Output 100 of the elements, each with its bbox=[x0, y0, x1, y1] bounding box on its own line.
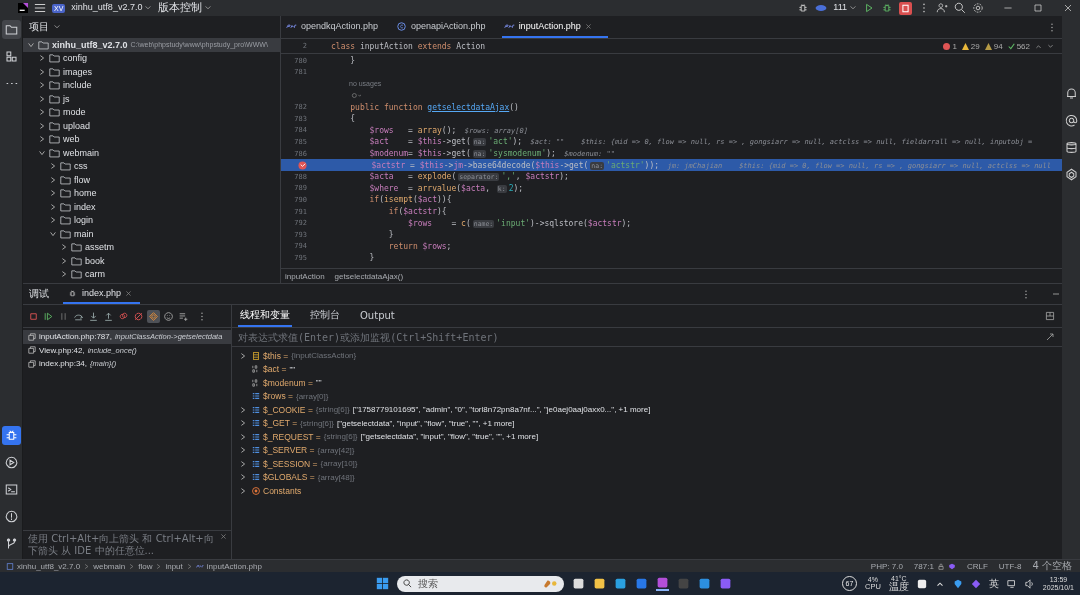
folder-name[interactable]: main bbox=[74, 228, 94, 239]
search-field[interactable]: 搜索 bbox=[397, 575, 564, 592]
folder-name[interactable]: webmain bbox=[63, 147, 100, 158]
chevron-icon[interactable] bbox=[49, 175, 57, 184]
folder-name[interactable]: index bbox=[74, 201, 96, 212]
tree-item[interactable]: flow bbox=[23, 173, 280, 187]
bug-icon[interactable] bbox=[1, 426, 21, 445]
diamond-icon[interactable] bbox=[970, 578, 981, 589]
path-segment[interactable]: input bbox=[165, 561, 183, 571]
p-app-app-icon[interactable] bbox=[635, 577, 648, 590]
panel-tab[interactable]: Output bbox=[358, 305, 397, 327]
breakpoint-icon[interactable] bbox=[298, 160, 307, 170]
chevron-icon[interactable] bbox=[38, 67, 46, 76]
folder-name[interactable]: web bbox=[63, 134, 80, 145]
path-segment[interactable]: flow bbox=[138, 561, 153, 571]
edge-app-icon[interactable] bbox=[614, 577, 627, 590]
maximize-icon[interactable] bbox=[1032, 2, 1044, 14]
folder-name[interactable]: mode bbox=[63, 107, 86, 118]
caret-icon[interactable] bbox=[849, 4, 857, 12]
bug-icon[interactable] bbox=[881, 2, 893, 14]
chevron-icon[interactable] bbox=[38, 94, 46, 103]
chevron-icon[interactable] bbox=[239, 419, 247, 428]
search-icon[interactable] bbox=[954, 2, 966, 14]
tree-item[interactable]: mode bbox=[23, 105, 280, 119]
chevron-icon[interactable] bbox=[239, 351, 247, 360]
warning-count[interactable]: 29 bbox=[970, 41, 980, 51]
session-tab[interactable]: index.php bbox=[63, 284, 141, 304]
chevron-icon[interactable] bbox=[239, 486, 247, 495]
vcs-menu[interactable]: 版本控制 bbox=[158, 0, 203, 16]
folder-name[interactable]: carm bbox=[85, 269, 105, 280]
tree-item[interactable]: index bbox=[23, 200, 280, 214]
chevron-icon[interactable] bbox=[239, 405, 247, 414]
tree-item[interactable]: main bbox=[23, 227, 280, 241]
line-ending[interactable]: CRLF bbox=[966, 561, 988, 571]
caret-icon[interactable] bbox=[204, 4, 213, 12]
folder-name[interactable]: xinhu_utf8_v2.7.0 bbox=[52, 39, 128, 50]
close-icon[interactable] bbox=[125, 289, 133, 297]
speaker-icon[interactable] bbox=[1024, 578, 1035, 589]
chevron-icon[interactable] bbox=[38, 121, 46, 130]
chevron-icon[interactable] bbox=[49, 162, 57, 171]
file-tab[interactable]: openapiAction.php bbox=[394, 16, 502, 38]
encoding[interactable]: UTF-8 bbox=[998, 561, 1022, 571]
layout-icon[interactable] bbox=[1044, 310, 1056, 322]
chevron-icon[interactable] bbox=[49, 189, 57, 198]
folder-name[interactable]: images bbox=[63, 66, 92, 77]
chevron-icon[interactable] bbox=[239, 446, 247, 455]
settings-icon[interactable] bbox=[972, 2, 984, 14]
file-tab[interactable]: inputAction.php bbox=[501, 16, 608, 38]
folder-icon[interactable] bbox=[1, 20, 21, 39]
error-count[interactable]: 1 bbox=[952, 41, 957, 51]
tree-item[interactable]: web bbox=[23, 132, 280, 146]
chevron-icon[interactable] bbox=[60, 270, 68, 279]
bolt-app-icon[interactable] bbox=[719, 577, 732, 590]
network-icon[interactable] bbox=[1006, 578, 1017, 589]
panel-tab[interactable]: 线程和变量 bbox=[238, 305, 292, 327]
folder-name[interactable]: home bbox=[74, 188, 97, 199]
smiley-icon[interactable] bbox=[162, 309, 175, 323]
close-icon[interactable] bbox=[1062, 2, 1074, 14]
expand-icon[interactable] bbox=[1044, 331, 1056, 343]
explorer-app-icon[interactable] bbox=[593, 577, 606, 590]
close-icon[interactable] bbox=[220, 533, 227, 540]
tree-item[interactable]: include bbox=[23, 78, 280, 92]
bug-icon[interactable] bbox=[797, 2, 810, 14]
resume-icon[interactable] bbox=[42, 309, 55, 323]
menu-icon[interactable] bbox=[34, 2, 46, 14]
path-segment[interactable]: webmain bbox=[93, 561, 126, 571]
chevron-icon[interactable] bbox=[239, 432, 247, 441]
folder-name[interactable]: css bbox=[74, 161, 88, 172]
windows-start-icon[interactable] bbox=[376, 577, 389, 590]
folder-name[interactable]: js bbox=[63, 93, 70, 104]
caret-icon[interactable] bbox=[144, 4, 153, 12]
tree-item[interactable]: images bbox=[23, 65, 280, 79]
chevron-down-icon[interactable] bbox=[1047, 42, 1054, 50]
chevron-icon[interactable] bbox=[38, 81, 46, 90]
chevron-icon[interactable] bbox=[38, 54, 46, 63]
shield-icon[interactable] bbox=[952, 578, 963, 589]
ok-count[interactable]: 562 bbox=[1016, 41, 1030, 51]
path-segment[interactable]: inputAction.php bbox=[206, 561, 262, 571]
tree-item[interactable]: upload bbox=[23, 119, 280, 133]
chevron-icon[interactable] bbox=[38, 135, 46, 144]
chevron-icon[interactable] bbox=[38, 108, 46, 117]
folder-name[interactable]: include bbox=[63, 80, 92, 91]
run-icon[interactable] bbox=[863, 2, 875, 14]
target-icon[interactable] bbox=[147, 309, 160, 323]
chevron-icon[interactable] bbox=[49, 229, 57, 238]
folder-name[interactable]: login bbox=[74, 215, 93, 226]
cursor-position[interactable]: 787:1 bbox=[913, 561, 934, 571]
lock-icon[interactable] bbox=[936, 562, 945, 570]
tree-item[interactable]: js bbox=[23, 92, 280, 106]
chevron-icon[interactable] bbox=[60, 256, 68, 265]
chevron-icon[interactable] bbox=[49, 202, 57, 211]
tree-item[interactable]: assetm bbox=[23, 240, 280, 254]
tree-item[interactable]: carm bbox=[23, 267, 280, 281]
chevron-icon[interactable] bbox=[239, 473, 247, 482]
folder-name[interactable]: config bbox=[63, 53, 88, 64]
input-method[interactable]: 英 bbox=[988, 576, 999, 591]
file-tab[interactable]: opendkqAction.php bbox=[284, 16, 395, 38]
indent-setting[interactable]: 4 个空格 bbox=[1032, 559, 1072, 573]
close-icon[interactable] bbox=[584, 22, 592, 30]
stop-icon[interactable] bbox=[899, 1, 912, 15]
